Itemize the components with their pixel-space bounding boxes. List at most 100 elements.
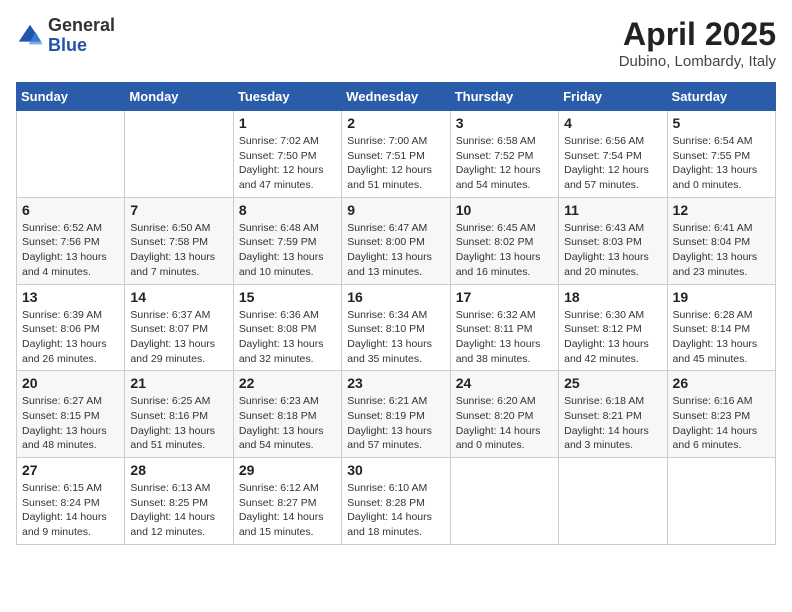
calendar-cell: 14Sunrise: 6:37 AM Sunset: 8:07 PM Dayli…	[125, 284, 233, 371]
day-info: Sunrise: 7:00 AM Sunset: 7:51 PM Dayligh…	[347, 134, 444, 193]
month-title: April 2025	[619, 16, 776, 53]
calendar-cell: 7Sunrise: 6:50 AM Sunset: 7:58 PM Daylig…	[125, 197, 233, 284]
day-info: Sunrise: 6:16 AM Sunset: 8:23 PM Dayligh…	[673, 394, 770, 453]
day-info: Sunrise: 6:13 AM Sunset: 8:25 PM Dayligh…	[130, 481, 227, 540]
day-header-saturday: Saturday	[667, 83, 775, 111]
calendar-cell: 25 Sunrise: 6:18 AM Sunset: 8:21 PM Dayli…	[559, 371, 667, 458]
calendar-cell: 24 Sunrise: 6:20 AM Sunset: 8:20 PM Dayli…	[450, 371, 558, 458]
calendar-cell: 13Sunrise: 6:39 AM Sunset: 8:06 PM Dayli…	[17, 284, 125, 371]
day-number: 3	[456, 115, 553, 131]
day-info: Sunrise: 7:02 AM Sunset: 7:50 PM Dayligh…	[239, 134, 336, 193]
day-header-friday: Friday	[559, 83, 667, 111]
calendar-cell: 6Sunrise: 6:52 AM Sunset: 7:56 PM Daylig…	[17, 197, 125, 284]
calendar-cell: 9 Sunrise: 6:47 AM Sunset: 8:00 PM Daylig…	[342, 197, 450, 284]
day-number: 25	[564, 375, 661, 391]
day-info: Sunrise: 6:36 AM Sunset: 8:08 PM Dayligh…	[239, 308, 336, 367]
calendar-cell: 30Sunrise: 6:10 AM Sunset: 8:28 PM Dayli…	[342, 458, 450, 545]
day-header-sunday: Sunday	[17, 83, 125, 111]
day-info: Sunrise: 6:56 AM Sunset: 7:54 PM Dayligh…	[564, 134, 661, 193]
calendar-week-5: 27 Sunrise: 6:15 AM Sunset: 8:24 PM Dayli…	[17, 458, 776, 545]
calendar-cell: 12 Sunrise: 6:41 AM Sunset: 8:04 PM Dayli…	[667, 197, 775, 284]
day-number: 5	[673, 115, 770, 131]
day-info: Sunrise: 6:54 AM Sunset: 7:55 PM Dayligh…	[673, 134, 770, 193]
day-number: 18	[564, 289, 661, 305]
calendar-cell: 17Sunrise: 6:32 AM Sunset: 8:11 PM Dayli…	[450, 284, 558, 371]
logo-icon	[16, 22, 44, 50]
location: Dubino, Lombardy, Italy	[619, 53, 776, 70]
day-header-wednesday: Wednesday	[342, 83, 450, 111]
day-number: 15	[239, 289, 336, 305]
calendar-table: SundayMondayTuesdayWednesdayThursdayFrid…	[16, 82, 776, 545]
day-number: 17	[456, 289, 553, 305]
calendar-cell: 27 Sunrise: 6:15 AM Sunset: 8:24 PM Dayli…	[17, 458, 125, 545]
day-number: 10	[456, 202, 553, 218]
day-number: 8	[239, 202, 336, 218]
day-info: Sunrise: 6:58 AM Sunset: 7:52 PM Dayligh…	[456, 134, 553, 193]
calendar-week-1: 1 Sunrise: 7:02 AM Sunset: 7:50 PM Daylig…	[17, 111, 776, 198]
logo-general: General	[48, 16, 115, 36]
day-number: 2	[347, 115, 444, 131]
day-info: Sunrise: 6:23 AM Sunset: 8:18 PM Dayligh…	[239, 394, 336, 453]
day-info: Sunrise: 6:39 AM Sunset: 8:06 PM Dayligh…	[22, 308, 119, 367]
calendar-cell: 10 Sunrise: 6:45 AM Sunset: 8:02 PM Dayli…	[450, 197, 558, 284]
calendar-cell: 21Sunrise: 6:25 AM Sunset: 8:16 PM Dayli…	[125, 371, 233, 458]
day-info: Sunrise: 6:25 AM Sunset: 8:16 PM Dayligh…	[130, 394, 227, 453]
logo: General Blue	[16, 16, 115, 56]
calendar-cell: 18 Sunrise: 6:30 AM Sunset: 8:12 PM Dayli…	[559, 284, 667, 371]
day-number: 22	[239, 375, 336, 391]
day-info: Sunrise: 6:37 AM Sunset: 8:07 PM Dayligh…	[130, 308, 227, 367]
day-number: 16	[347, 289, 444, 305]
day-number: 4	[564, 115, 661, 131]
day-info: Sunrise: 6:45 AM Sunset: 8:02 PM Dayligh…	[456, 221, 553, 280]
title-area: April 2025 Dubino, Lombardy, Italy	[619, 16, 776, 70]
day-info: Sunrise: 6:41 AM Sunset: 8:04 PM Dayligh…	[673, 221, 770, 280]
calendar-cell: 5 Sunrise: 6:54 AM Sunset: 7:55 PM Daylig…	[667, 111, 775, 198]
day-info: Sunrise: 6:18 AM Sunset: 8:21 PM Dayligh…	[564, 394, 661, 453]
calendar-cell	[450, 458, 558, 545]
calendar-cell: 29 Sunrise: 6:12 AM Sunset: 8:27 PM Dayli…	[233, 458, 341, 545]
calendar-cell: 28 Sunrise: 6:13 AM Sunset: 8:25 PM Dayli…	[125, 458, 233, 545]
calendar-cell	[559, 458, 667, 545]
calendar-cell: 20Sunrise: 6:27 AM Sunset: 8:15 PM Dayli…	[17, 371, 125, 458]
calendar-cell: 3 Sunrise: 6:58 AM Sunset: 7:52 PM Daylig…	[450, 111, 558, 198]
calendar-cell: 26 Sunrise: 6:16 AM Sunset: 8:23 PM Dayli…	[667, 371, 775, 458]
logo-blue: Blue	[48, 36, 115, 56]
calendar-cell: 23Sunrise: 6:21 AM Sunset: 8:19 PM Dayli…	[342, 371, 450, 458]
day-number: 28	[130, 462, 227, 478]
calendar-cell: 2 Sunrise: 7:00 AM Sunset: 7:51 PM Daylig…	[342, 111, 450, 198]
calendar-header-row: SundayMondayTuesdayWednesdayThursdayFrid…	[17, 83, 776, 111]
calendar-cell: 19Sunrise: 6:28 AM Sunset: 8:14 PM Dayli…	[667, 284, 775, 371]
calendar-cell: 8Sunrise: 6:48 AM Sunset: 7:59 PM Daylig…	[233, 197, 341, 284]
calendar-cell: 4 Sunrise: 6:56 AM Sunset: 7:54 PM Daylig…	[559, 111, 667, 198]
calendar-cell: 11Sunrise: 6:43 AM Sunset: 8:03 PM Dayli…	[559, 197, 667, 284]
day-info: Sunrise: 6:21 AM Sunset: 8:19 PM Dayligh…	[347, 394, 444, 453]
day-info: Sunrise: 6:15 AM Sunset: 8:24 PM Dayligh…	[22, 481, 119, 540]
day-info: Sunrise: 6:12 AM Sunset: 8:27 PM Dayligh…	[239, 481, 336, 540]
day-info: Sunrise: 6:20 AM Sunset: 8:20 PM Dayligh…	[456, 394, 553, 453]
calendar-cell: 16Sunrise: 6:34 AM Sunset: 8:10 PM Dayli…	[342, 284, 450, 371]
calendar-week-2: 6Sunrise: 6:52 AM Sunset: 7:56 PM Daylig…	[17, 197, 776, 284]
day-info: Sunrise: 6:47 AM Sunset: 8:00 PM Dayligh…	[347, 221, 444, 280]
calendar-week-3: 13Sunrise: 6:39 AM Sunset: 8:06 PM Dayli…	[17, 284, 776, 371]
page-header: General Blue April 2025 Dubino, Lombardy…	[16, 16, 776, 70]
day-info: Sunrise: 6:30 AM Sunset: 8:12 PM Dayligh…	[564, 308, 661, 367]
calendar-cell	[667, 458, 775, 545]
day-number: 24	[456, 375, 553, 391]
day-number: 12	[673, 202, 770, 218]
calendar-cell	[125, 111, 233, 198]
day-info: Sunrise: 6:27 AM Sunset: 8:15 PM Dayligh…	[22, 394, 119, 453]
day-number: 26	[673, 375, 770, 391]
day-number: 9	[347, 202, 444, 218]
day-info: Sunrise: 6:43 AM Sunset: 8:03 PM Dayligh…	[564, 221, 661, 280]
day-header-tuesday: Tuesday	[233, 83, 341, 111]
day-number: 19	[673, 289, 770, 305]
calendar-cell: 15 Sunrise: 6:36 AM Sunset: 8:08 PM Dayli…	[233, 284, 341, 371]
day-info: Sunrise: 6:50 AM Sunset: 7:58 PM Dayligh…	[130, 221, 227, 280]
day-number: 1	[239, 115, 336, 131]
day-number: 6	[22, 202, 119, 218]
day-number: 27	[22, 462, 119, 478]
calendar-cell: 22 Sunrise: 6:23 AM Sunset: 8:18 PM Dayli…	[233, 371, 341, 458]
day-number: 29	[239, 462, 336, 478]
day-number: 30	[347, 462, 444, 478]
calendar-cell	[17, 111, 125, 198]
